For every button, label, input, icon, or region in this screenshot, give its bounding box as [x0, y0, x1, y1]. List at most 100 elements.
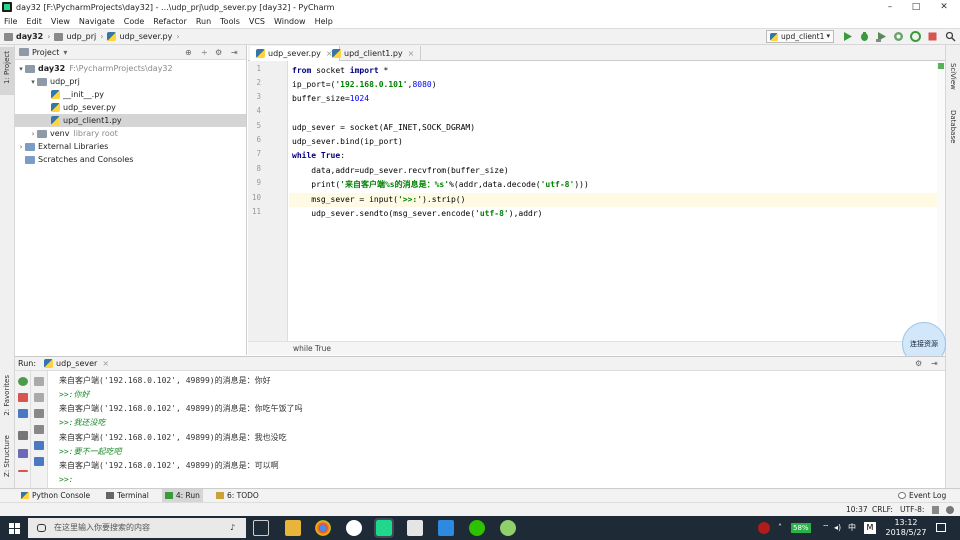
chevron-down-icon[interactable]: ▾: [63, 48, 67, 57]
menu-refactor[interactable]: Refactor: [153, 17, 187, 26]
crumb-project[interactable]: day32 ›: [4, 32, 50, 41]
tool-tab-terminal[interactable]: Terminal: [103, 489, 152, 502]
crumb-file[interactable]: udp_sever.py ›: [107, 32, 180, 41]
line-separator[interactable]: CRLF:: [872, 505, 893, 514]
minimize-button[interactable]: –: [876, 0, 904, 14]
microphone-icon[interactable]: ♪: [230, 518, 235, 538]
windows-start-icon[interactable]: [9, 523, 20, 534]
menu-edit[interactable]: Edit: [26, 17, 42, 26]
tree-item-udp-sever[interactable]: udp_sever.py: [15, 101, 246, 114]
menu-code[interactable]: Code: [124, 17, 144, 26]
menu-vcs[interactable]: VCS: [249, 17, 265, 26]
tool-window-sciview[interactable]: SciView: [949, 63, 957, 90]
arrow-down-icon[interactable]: [34, 393, 44, 402]
app-icon[interactable]: [500, 520, 516, 536]
network-icon[interactable]: ⌔: [822, 516, 830, 540]
tray-app-icon[interactable]: [758, 522, 770, 534]
run-config-select[interactable]: upd_client1 ▾: [766, 30, 834, 43]
collapse-icon[interactable]: ÷: [201, 48, 208, 57]
tree-item-day32[interactable]: ▾ day32 F:\PycharmProjects\day32: [15, 62, 246, 75]
app-icon[interactable]: [346, 520, 362, 536]
file-encoding[interactable]: UTF-8:: [900, 505, 924, 514]
tool-tab-todo[interactable]: 6: TODO: [213, 489, 262, 502]
notepad-icon[interactable]: [407, 520, 423, 536]
battery-indicator[interactable]: 58%: [791, 523, 811, 533]
tool-window-database[interactable]: Database: [949, 110, 957, 143]
run-console-output[interactable]: 来自客户端('192.168.0.102', 49899)的消息是：你好 >>:…: [48, 371, 937, 488]
pause-icon[interactable]: [18, 409, 28, 418]
tool-tab-run[interactable]: 4: Run: [161, 489, 203, 502]
soft-wrap-icon[interactable]: [34, 409, 44, 418]
editor-breadcrumb[interactable]: while True: [248, 341, 945, 355]
tree-item-venv[interactable]: › venv library root: [15, 127, 246, 140]
ime-mode-icon[interactable]: M: [864, 522, 876, 534]
inspector-icon[interactable]: [946, 506, 954, 514]
chrome-icon[interactable]: [315, 520, 331, 536]
stop-icon[interactable]: [18, 393, 28, 402]
tool-window-project[interactable]: 1: Project: [3, 51, 11, 84]
run-tab-udp-sever[interactable]: udp_sever: [56, 359, 97, 368]
wechat-icon[interactable]: [469, 520, 485, 536]
close-icon[interactable]: ×: [408, 49, 415, 58]
chevron-up-icon[interactable]: ˄: [778, 516, 782, 540]
tree-item-upd-client1[interactable]: upd_client1.py: [15, 114, 246, 127]
hide-icon[interactable]: ⇥: [231, 48, 238, 57]
task-view-icon[interactable]: [253, 520, 269, 536]
gear-icon[interactable]: ⚙: [915, 359, 922, 368]
rerun-icon[interactable]: [18, 377, 28, 386]
tool-window-favorites[interactable]: 2: Favorites: [3, 375, 11, 416]
hide-icon[interactable]: ⇥: [931, 359, 938, 368]
editor-scrollbar[interactable]: [937, 61, 945, 341]
debug-icon[interactable]: [859, 31, 870, 42]
target-icon[interactable]: ⊕: [185, 48, 192, 57]
tool-tab-event-log[interactable]: Event Log: [895, 489, 949, 502]
project-panel-title[interactable]: Project: [32, 48, 59, 57]
concurrency-icon[interactable]: [910, 31, 921, 42]
tool-tab-python-console[interactable]: Python Console: [18, 489, 93, 502]
tree-item-udp-prj[interactable]: ▾ udp_prj: [15, 75, 246, 88]
notifications-icon[interactable]: [936, 523, 946, 532]
menu-view[interactable]: View: [51, 17, 70, 26]
menu-tools[interactable]: Tools: [220, 17, 240, 26]
profile-icon[interactable]: [893, 31, 904, 42]
caret-position[interactable]: 10:37: [846, 505, 868, 514]
menu-file[interactable]: File: [4, 17, 17, 26]
tree-item-scratches[interactable]: Scratches and Consoles: [15, 153, 246, 166]
tree-item-external-libraries[interactable]: › External Libraries: [15, 140, 246, 153]
file-explorer-icon[interactable]: [285, 520, 301, 536]
search-icon[interactable]: [945, 31, 956, 42]
code-editor[interactable]: from socket import * ip_port=('192.168.0…: [289, 61, 937, 341]
ime-indicator[interactable]: 中: [848, 516, 856, 540]
pycharm-taskbar-icon[interactable]: [374, 518, 394, 538]
clear-all-icon[interactable]: [34, 457, 44, 466]
close-window-button[interactable]: ✕: [930, 0, 958, 14]
coverage-icon[interactable]: [876, 31, 887, 42]
crumb-folder[interactable]: udp_prj ›: [54, 32, 103, 41]
pin-icon[interactable]: [18, 449, 28, 458]
close-icon[interactable]: [18, 470, 28, 472]
crumb-label: day32: [16, 32, 44, 41]
lock-icon[interactable]: [932, 506, 939, 514]
code-line-8: data,addr=udp_sever.recvfrom(buffer_size…: [292, 166, 509, 175]
menu-run[interactable]: Run: [196, 17, 211, 26]
photos-icon[interactable]: [438, 520, 454, 536]
scroll-to-end-icon[interactable]: [34, 425, 44, 434]
tab-upd-client1[interactable]: upd_client1.py ×: [326, 46, 422, 61]
taskbar-search-input[interactable]: 在这里输入你要搜索的内容 ♪: [28, 518, 246, 538]
volume-icon[interactable]: ◂): [834, 516, 841, 540]
tool-window-structure[interactable]: Z: Structure: [3, 435, 11, 477]
arrow-up-icon[interactable]: [34, 377, 44, 386]
close-icon[interactable]: ×: [102, 359, 109, 368]
print-icon[interactable]: [34, 441, 44, 450]
stop-icon[interactable]: [927, 31, 938, 42]
clock-date[interactable]: 2018/5/27: [884, 528, 928, 538]
menu-navigate[interactable]: Navigate: [79, 17, 115, 26]
menu-window[interactable]: Window: [274, 17, 306, 26]
menu-help[interactable]: Help: [315, 17, 333, 26]
clock-time[interactable]: 13:12: [888, 518, 924, 528]
gear-icon[interactable]: ⚙: [215, 48, 222, 57]
tree-item-init[interactable]: __init__.py: [15, 88, 246, 101]
maximize-button[interactable]: □: [902, 0, 930, 14]
run-icon[interactable]: [842, 31, 853, 42]
layout-icon[interactable]: [18, 431, 28, 440]
